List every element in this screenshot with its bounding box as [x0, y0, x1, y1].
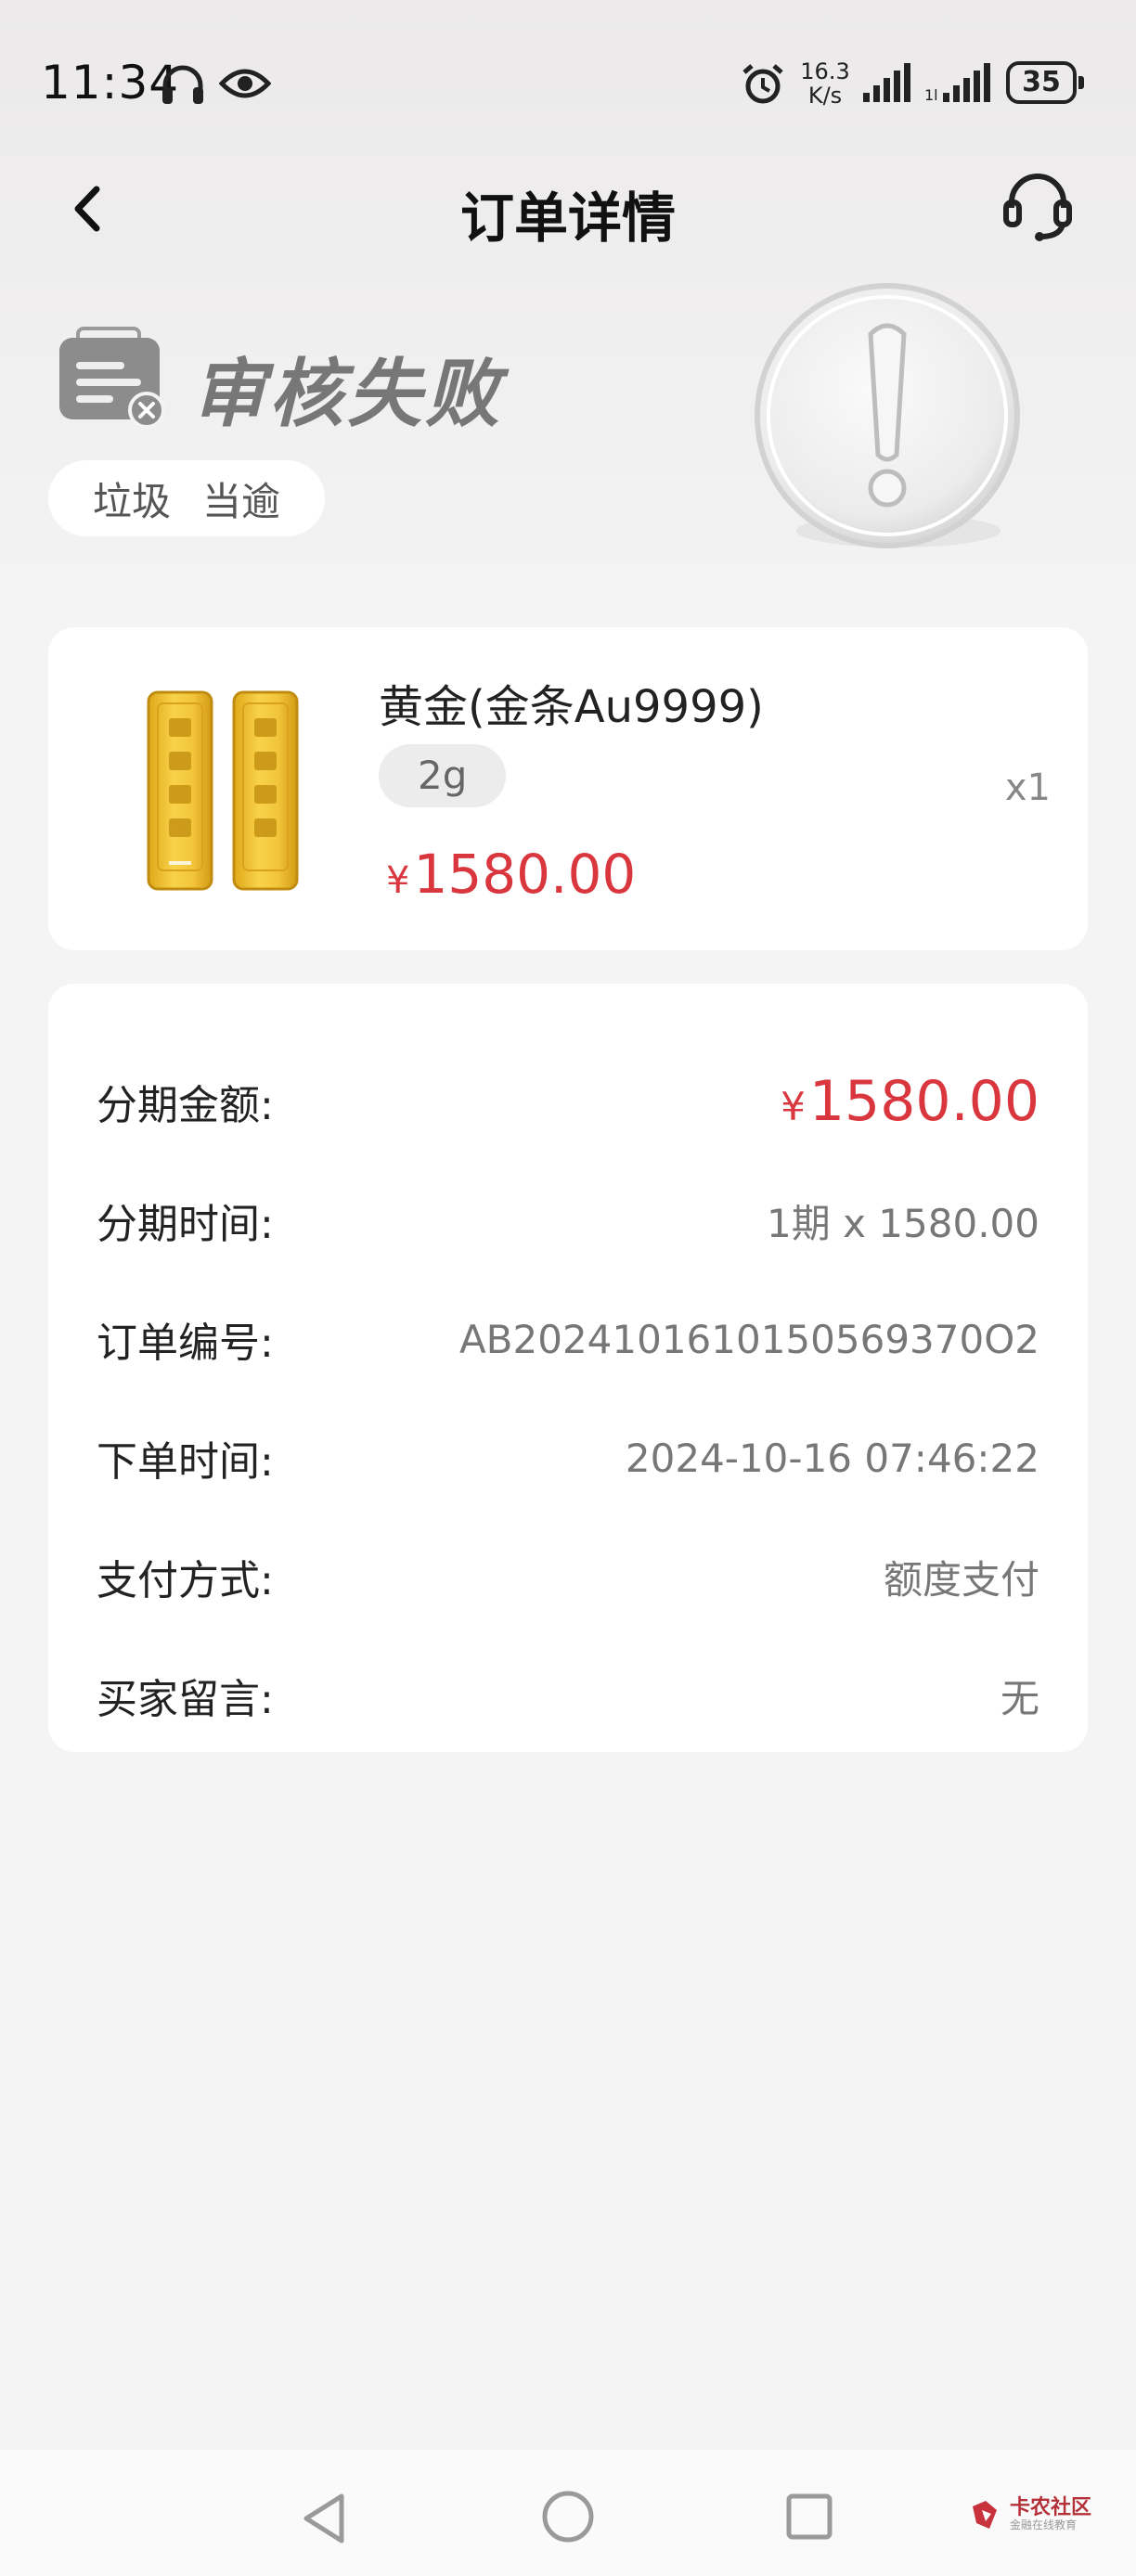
status-tags: 垃圾 当逾 [48, 460, 326, 536]
home-circle-icon[interactable] [540, 2489, 596, 2544]
status-tag: 当逾 [202, 478, 281, 524]
back-triangle-icon[interactable] [299, 2491, 347, 2546]
order-status-header: 审核失败 垃圾 当逾 [0, 278, 1136, 585]
detail-row-installment-amount: 分期金额: ¥1580.00 [97, 1069, 1039, 1134]
gold-bar-image [147, 690, 299, 891]
detail-row-payment-method: 支付方式: 额度支付 [97, 1544, 1039, 1609]
detail-label: 下单时间: [97, 1438, 274, 1486]
detail-label: 分期时间: [97, 1201, 274, 1248]
buyer-message: 无 [1000, 1675, 1039, 1721]
detail-row-installment-period: 分期时间: 1期 x 1580.00 [97, 1188, 1039, 1253]
order-details-card: 分期金额: ¥1580.00 分期时间: 1期 x 1580.00 订单编号: … [48, 984, 1088, 1752]
detail-row-order-number: 订单编号: AB2024101610150569370O2 [97, 1307, 1039, 1372]
installment-amount-value: 1580.00 [808, 1069, 1039, 1134]
product-card[interactable]: 黄金(金条Au9999) 2g ¥1580.00 x1 [48, 627, 1088, 950]
signal-icon [863, 63, 910, 102]
alarm-icon [742, 64, 783, 104]
detail-label: 订单编号: [97, 1320, 274, 1367]
order-status-title: 审核失败 [191, 351, 503, 437]
order-time: 2024-10-16 07:46:22 [625, 1435, 1039, 1481]
headset-icon[interactable] [999, 167, 1077, 245]
payment-method: 额度支付 [883, 1556, 1039, 1603]
product-name: 黄金(金条Au9999) [379, 681, 764, 733]
watermark-title: 卡农社区 [1010, 2496, 1092, 2519]
detail-row-order-time: 下单时间: 2024-10-16 07:46:22 [97, 1425, 1039, 1490]
product-price: ¥1580.00 [386, 843, 636, 906]
document-icon [59, 327, 165, 429]
watermark-subtitle: 金融在线教育 [1010, 2518, 1078, 2531]
watermark: 卡农社区 金融在线教育 [969, 2494, 1091, 2535]
installment-period: 1期 x 1580.00 [767, 1200, 1039, 1246]
page-title: 订单详情 [459, 187, 676, 250]
detail-label: 买家留言: [97, 1676, 274, 1723]
product-spec-tag: 2g [379, 744, 507, 807]
currency-symbol: ¥ [386, 859, 410, 902]
detail-label: 支付方式: [97, 1557, 274, 1604]
status-time: 11:34 [41, 56, 180, 109]
product-price-value: 1580.00 [413, 843, 637, 906]
detail-label: 分期金额: [97, 1082, 274, 1129]
order-number[interactable]: AB2024101610150569370O2 [459, 1317, 1039, 1362]
signal-icon: 1l [924, 63, 990, 104]
detail-row-buyer-message: 买家留言: 无 [97, 1663, 1039, 1728]
product-quantity: x1 [1004, 766, 1051, 809]
battery-icon: 35 [1006, 61, 1084, 104]
svg-text:1l: 1l [924, 86, 938, 104]
installment-amount: ¥1580.00 [781, 1069, 1039, 1134]
order-detail-page: 11:34 16.3 K/s 1l 35 订单详情 审核失败 垃圾 当逾 黄金(… [0, 0, 1136, 2576]
status-bar: 11:34 16.3 K/s 1l 35 [0, 0, 1136, 167]
net-speed: 16.3 K/s [800, 58, 850, 109]
status-tag: 垃圾 [93, 478, 172, 524]
watermark-text-block: 卡农社区 金融在线教育 [1010, 2496, 1092, 2532]
headphones-icon [162, 65, 203, 104]
recent-apps-icon[interactable] [785, 2492, 833, 2541]
community-logo-icon [973, 2501, 997, 2529]
eye-icon [219, 69, 271, 98]
currency-symbol: ¥ [781, 1084, 806, 1129]
exclamation-circle-icon [755, 283, 1020, 548]
